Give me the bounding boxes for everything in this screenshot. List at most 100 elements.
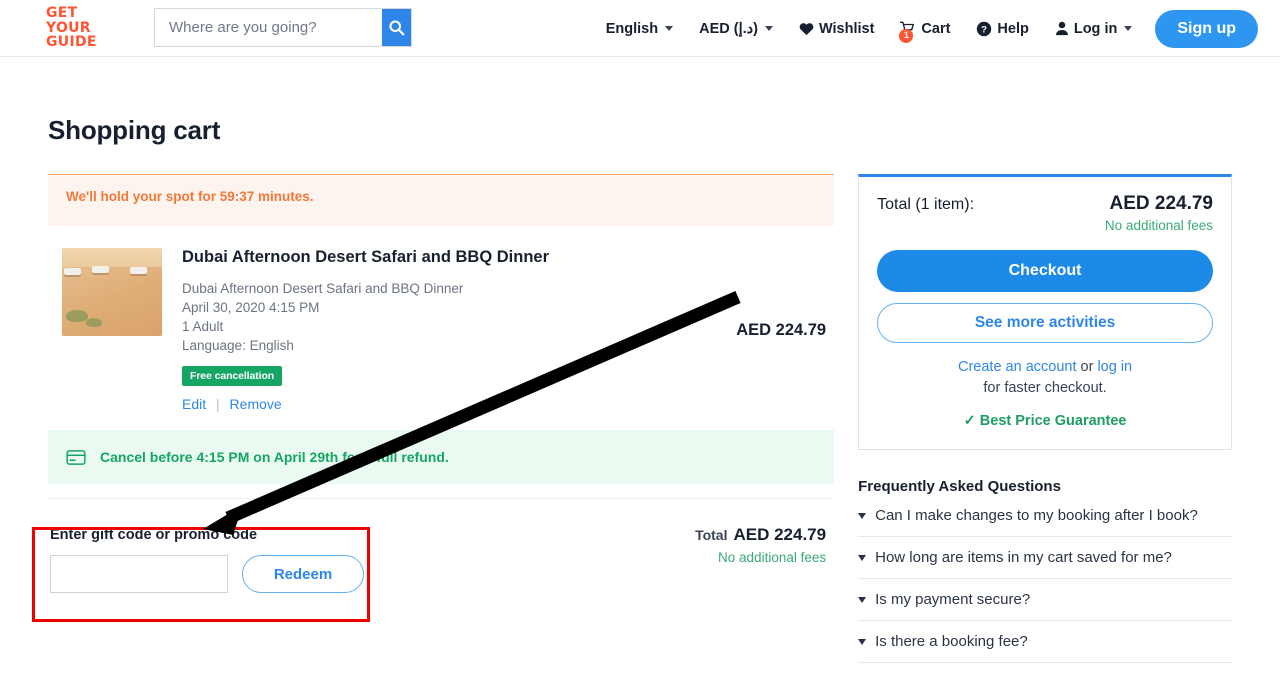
cart-bottom-row: Enter gift code or promo code Redeem Tot… bbox=[48, 498, 835, 603]
cart-total-label: Total bbox=[695, 527, 728, 543]
faq-question-label: How long are items in my cart saved for … bbox=[875, 549, 1172, 566]
wishlist-link[interactable]: Wishlist bbox=[786, 21, 887, 37]
best-price-guarantee-label: Best Price Guarantee bbox=[979, 413, 1127, 429]
currency-label: AED (د.إ) bbox=[699, 20, 758, 37]
thumbnail-bush bbox=[66, 310, 88, 322]
activity-price: AED 224.79 bbox=[736, 320, 827, 339]
cart-label: Cart bbox=[921, 20, 951, 37]
cart-item-row: Dubai Afternoon Desert Safari and BBQ Di… bbox=[48, 226, 834, 422]
faq-item[interactable]: Can I make changes to my booking after I… bbox=[858, 495, 1232, 537]
redeem-button[interactable]: Redeem bbox=[242, 555, 364, 593]
remove-link[interactable]: Remove bbox=[230, 396, 282, 412]
account-prompt: Create an account or log in for faster c… bbox=[877, 357, 1213, 399]
cart-item-actions: Edit | Remove bbox=[182, 396, 736, 412]
edit-link[interactable]: Edit bbox=[182, 396, 206, 412]
faq-question-label: Is there a booking fee? bbox=[875, 633, 1028, 650]
checkout-button[interactable]: Checkout bbox=[877, 250, 1213, 292]
create-account-link[interactable]: Create an account bbox=[958, 359, 1077, 375]
caret-down-icon bbox=[858, 554, 867, 561]
thumbnail-vehicle bbox=[64, 268, 81, 275]
faq-question-label: Can I make changes to my booking after I… bbox=[875, 507, 1198, 524]
cart-link[interactable]: 1 Cart bbox=[887, 20, 963, 43]
cart-total-block: Total AED 224.79 No additional fees bbox=[695, 521, 834, 565]
summary-total-label: Total (1 item): bbox=[877, 196, 975, 213]
faq-question-label: Is my payment secure? bbox=[875, 591, 1031, 608]
header-nav: English AED (د.إ) Wishlist 1 Cart ? Help… bbox=[593, 0, 1258, 57]
promo-code-input[interactable] bbox=[50, 555, 228, 593]
caret-down-icon bbox=[858, 596, 867, 603]
help-label: Help bbox=[997, 20, 1029, 37]
search-icon bbox=[389, 20, 405, 36]
login-label: Log in bbox=[1073, 20, 1118, 37]
page-content: Shopping cart We'll hold your spot for 5… bbox=[0, 115, 1280, 663]
cart-total-amount: AED 224.79 bbox=[733, 525, 827, 544]
help-link[interactable]: ? Help bbox=[963, 21, 1041, 37]
cart-total-fees-note: No additional fees bbox=[718, 550, 827, 565]
page-title: Shopping cart bbox=[48, 115, 221, 145]
faq-item[interactable]: Is my payment secure? bbox=[858, 579, 1232, 621]
activity-option: Dubai Afternoon Desert Safari and BBQ Di… bbox=[182, 281, 464, 296]
check-icon: ✓ bbox=[963, 413, 976, 429]
user-icon bbox=[1055, 21, 1068, 36]
signup-button[interactable]: Sign up bbox=[1155, 9, 1258, 48]
currency-selector[interactable]: AED (د.إ) bbox=[686, 21, 786, 37]
site-header: GET YOUR GUIDE English AED (د.إ) Wishlis… bbox=[0, 0, 1280, 57]
promo-code-label: Enter gift code or promo code bbox=[50, 527, 258, 543]
cart-main-column: We'll hold your spot for 59:37 minutes. … bbox=[48, 174, 835, 663]
activity-datetime: April 30, 2020 4:15 PM bbox=[182, 300, 320, 315]
thumbnail-dune bbox=[62, 267, 162, 336]
faq-heading: Frequently Asked Questions bbox=[858, 478, 1061, 495]
chevron-down-icon bbox=[665, 26, 674, 31]
action-separator: | bbox=[216, 396, 220, 412]
or-text: or bbox=[1076, 359, 1098, 375]
faq-item[interactable]: How long are items in my cart saved for … bbox=[858, 537, 1232, 579]
chevron-down-icon bbox=[1124, 26, 1133, 31]
logo-line-3: GUIDE bbox=[46, 34, 97, 50]
caret-down-icon bbox=[858, 512, 867, 519]
cancellation-banner: Cancel before 4:15 PM on April 29th for … bbox=[48, 430, 835, 484]
cart-columns: We'll hold your spot for 59:37 minutes. … bbox=[48, 174, 1232, 663]
credit-card-icon bbox=[66, 449, 86, 465]
promo-code-row: Redeem bbox=[50, 555, 364, 593]
heart-icon bbox=[799, 22, 814, 35]
order-summary-card: Total (1 item): AED 224.79 No additional… bbox=[858, 174, 1232, 450]
thumbnail-vehicle bbox=[130, 267, 147, 274]
thumbnail-bush bbox=[86, 318, 102, 327]
activity-language: Language: English bbox=[182, 338, 294, 353]
cart-item-info: Dubai Afternoon Desert Safari and BBQ Di… bbox=[162, 248, 736, 412]
best-price-guarantee: ✓ Best Price Guarantee bbox=[877, 413, 1213, 429]
promo-code-section: Enter gift code or promo code Redeem bbox=[48, 521, 372, 603]
cart-sidebar: Total (1 item): AED 224.79 No additional… bbox=[858, 174, 1232, 663]
activity-thumbnail[interactable] bbox=[62, 248, 162, 336]
cart-total-line: Total AED 224.79 bbox=[695, 525, 826, 545]
thumbnail-vehicle bbox=[92, 266, 109, 273]
language-selector[interactable]: English bbox=[593, 21, 686, 37]
language-label: English bbox=[605, 20, 659, 37]
hold-timer-banner: We'll hold your spot for 59:37 minutes. bbox=[48, 174, 835, 226]
getyourguide-logo[interactable]: GET YOUR GUIDE bbox=[46, 6, 118, 50]
summary-fees-note: No additional fees bbox=[1104, 218, 1213, 233]
login-link[interactable]: Log in bbox=[1042, 21, 1146, 37]
logo-line-2: YOUR bbox=[46, 19, 91, 36]
login-link-sidebar[interactable]: log in bbox=[1097, 359, 1132, 375]
caret-down-icon bbox=[858, 638, 867, 645]
free-cancellation-badge: Free cancellation bbox=[182, 366, 283, 386]
logo-line-1: GET bbox=[46, 5, 78, 21]
summary-total-amount: AED 224.79 bbox=[1109, 193, 1213, 214]
search-bar[interactable] bbox=[154, 8, 412, 47]
wishlist-label: Wishlist bbox=[818, 20, 875, 37]
summary-total-row: Total (1 item): AED 224.79 bbox=[877, 193, 1213, 215]
chevron-down-icon bbox=[764, 26, 773, 31]
cancellation-text: Cancel before 4:15 PM on April 29th for … bbox=[100, 449, 449, 465]
svg-text:?: ? bbox=[981, 24, 987, 35]
see-more-activities-button[interactable]: See more activities bbox=[877, 303, 1213, 343]
faster-checkout-text: for faster checkout. bbox=[983, 380, 1107, 396]
hold-timer-text: We'll hold your spot for 59:37 minutes. bbox=[66, 189, 314, 204]
help-circle-icon: ? bbox=[977, 21, 992, 36]
search-input[interactable] bbox=[155, 9, 382, 46]
activity-title[interactable]: Dubai Afternoon Desert Safari and BBQ Di… bbox=[182, 248, 736, 267]
faq-item[interactable]: Is there a booking fee? bbox=[858, 621, 1232, 663]
cart-count-badge: 1 bbox=[899, 28, 914, 43]
search-button[interactable] bbox=[382, 9, 411, 46]
activity-travelers: 1 Adult bbox=[182, 319, 224, 334]
